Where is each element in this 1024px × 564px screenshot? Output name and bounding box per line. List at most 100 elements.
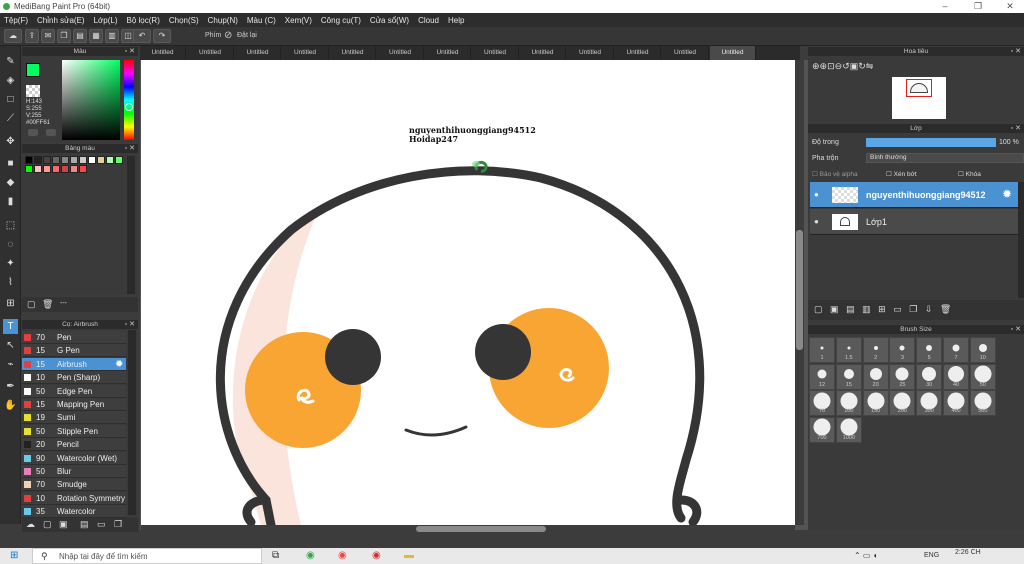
brush-size-cell[interactable]: 10: [969, 337, 996, 363]
brush-scrollbar[interactable]: [128, 330, 136, 515]
eraser-tool-icon[interactable]: ◈: [3, 73, 18, 88]
zoom-actual-icon[interactable]: ⊡: [827, 61, 835, 71]
fit-window-icon[interactable]: ▣: [850, 61, 859, 71]
palette-swatch[interactable]: [52, 156, 60, 164]
palette-swatch[interactable]: [115, 156, 123, 164]
brush-item[interactable]: 10 Rotation Symmetry: [22, 491, 126, 505]
windows-start-icon[interactable]: ⊞: [10, 550, 18, 561]
brush-options-icon[interactable]: ▣: [59, 519, 68, 530]
brush-size-cell[interactable]: 200: [889, 390, 916, 416]
brush-size-cell[interactable]: 100: [835, 390, 862, 416]
cloud-brush-icon[interactable]: ☁: [26, 519, 35, 530]
new-halftone-layer-icon[interactable]: ▣: [830, 304, 839, 314]
tray-icons[interactable]: ⌃ ▭ ◖: [854, 551, 878, 560]
reset-icon[interactable]: ⊘: [224, 30, 232, 41]
brush-item[interactable]: 10 Pen (Sharp): [22, 371, 126, 385]
new-8bit-layer-icon[interactable]: ▤: [846, 304, 855, 314]
menu-select[interactable]: Chọn(S): [169, 16, 199, 25]
brush-size-cell[interactable]: 70: [809, 390, 835, 416]
grid-icon[interactable]: ▦: [89, 29, 103, 43]
transparent-swatch[interactable]: [26, 85, 40, 97]
chrome-icon[interactable]: ◉: [338, 550, 347, 561]
cloud-icon[interactable]: ☁: [4, 29, 22, 43]
add-layer-menu-icon[interactable]: ⊞: [878, 304, 886, 314]
brush-size-cell[interactable]: 500: [969, 390, 996, 416]
layer-row-selected[interactable]: ● nguyenthihuonggiang94512 ✹: [810, 182, 1018, 208]
trash-icon[interactable]: 🗑: [42, 299, 53, 310]
delete-layer-icon[interactable]: 🗑: [940, 304, 951, 314]
rotate-right-icon[interactable]: ↻: [858, 61, 866, 71]
drawing-canvas[interactable]: nguyenthihuonggiang94512 Hoidap247: [141, 60, 795, 525]
panel-close-icon[interactable]: ▫ ✕: [1011, 47, 1021, 56]
comment-icon[interactable]: ✉: [41, 29, 55, 43]
palette-swatch[interactable]: [34, 156, 42, 164]
panel-close-icon[interactable]: ▫ ✕: [125, 320, 135, 329]
minimize-icon[interactable]: –: [935, 0, 955, 13]
folder-icon[interactable]: ▭: [97, 519, 106, 530]
merge-layer-icon[interactable]: ⇩: [925, 304, 933, 314]
blend-mode-select[interactable]: Bình thường: [866, 153, 1024, 163]
palette-swatch[interactable]: [25, 165, 33, 173]
app-icon-3[interactable]: ◉: [372, 550, 381, 561]
select-rect-tool-icon[interactable]: ⬚: [3, 218, 18, 233]
reset-button[interactable]: Đặt lại: [237, 32, 257, 39]
rotate-left-icon[interactable]: ↺: [842, 61, 850, 71]
palette-swatch[interactable]: [106, 156, 114, 164]
new-page-icon[interactable]: ▢: [27, 299, 36, 310]
color-mode-button[interactable]: [28, 129, 38, 136]
protect-alpha-checkbox[interactable]: ☐ Bảo vệ alpha: [812, 170, 858, 178]
brush-item[interactable]: 19 Sumi: [22, 411, 126, 425]
document-tab[interactable]: Untitled: [568, 46, 614, 60]
lock-checkbox[interactable]: ☐ Khóa: [958, 170, 981, 178]
file-explorer-icon[interactable]: ▬: [404, 550, 414, 561]
clock[interactable]: 2:26 CH: [955, 549, 981, 556]
canvas-vertical-scrollbar[interactable]: [795, 60, 804, 525]
eyedropper-icon[interactable]: ✒: [3, 379, 18, 394]
brush-item[interactable]: 70 Pen: [22, 331, 126, 344]
page-icon[interactable]: ▤: [73, 29, 87, 43]
palette-swatch[interactable]: [70, 165, 78, 173]
menu-tools[interactable]: Công cụ(T): [321, 16, 361, 25]
move-tool-icon[interactable]: ✥: [3, 134, 18, 149]
select-pen-icon[interactable]: ⌇: [3, 275, 18, 290]
menu-file[interactable]: Tệp(F): [4, 16, 28, 25]
layer-visibility-icon[interactable]: ●: [814, 217, 819, 226]
palette-swatch[interactable]: [88, 156, 96, 164]
document-tab[interactable]: Untitled: [188, 46, 234, 60]
hue-slider[interactable]: [124, 60, 134, 140]
panel-close-icon[interactable]: ▫ ✕: [125, 47, 135, 56]
chat-icon[interactable]: ❐: [57, 29, 71, 43]
menu-view[interactable]: Xem(V): [285, 16, 312, 25]
brush-item[interactable]: 90 Watercolor (Wet): [22, 451, 126, 465]
brush-item[interactable]: 50 Blur: [22, 465, 126, 478]
flip-icon[interactable]: ⇋: [866, 61, 874, 71]
menu-cloud[interactable]: Cloud: [418, 16, 439, 25]
hand-tool-icon[interactable]: ✋: [3, 398, 18, 413]
redo-icon[interactable]: ↷: [153, 29, 171, 43]
folder-layer-icon[interactable]: ▭: [893, 304, 902, 314]
document-tab[interactable]: Untitled: [473, 46, 519, 60]
app-icon-1[interactable]: ◉: [306, 550, 315, 561]
brush-size-cell[interactable]: 20: [862, 363, 889, 390]
upload-icon[interactable]: ⇪: [25, 29, 39, 43]
palette-swatch[interactable]: [61, 165, 69, 173]
undo-icon[interactable]: ↶: [133, 29, 151, 43]
dropper-tool-icon[interactable]: ⌁: [3, 357, 18, 372]
brush-size-cell[interactable]: 15: [835, 363, 862, 390]
palette-swatch[interactable]: [43, 156, 51, 164]
brush-item[interactable]: 15 Mapping Pen: [22, 398, 126, 411]
palette-swatch[interactable]: [79, 156, 87, 164]
brush-item[interactable]: 15 G Pen: [22, 344, 126, 358]
brush-size-cell[interactable]: 25: [889, 363, 916, 390]
lasso-tool-icon[interactable]: ◌: [3, 237, 18, 252]
canvas-vscroll-thumb[interactable]: [796, 230, 803, 350]
saturation-value-picker[interactable]: [62, 60, 120, 140]
menu-edit[interactable]: Chỉnh sửa(E): [37, 16, 85, 25]
palette-swatch[interactable]: [79, 165, 87, 173]
gradient-tool-icon[interactable]: ▮: [3, 194, 18, 209]
document-tab[interactable]: Untitled: [330, 46, 376, 60]
panel-close-icon[interactable]: ▫ ✕: [1011, 325, 1021, 334]
text-tool-icon[interactable]: T: [3, 319, 18, 334]
menu-layer[interactable]: Lớp(L): [94, 16, 118, 25]
new-1bit-layer-icon[interactable]: ▥: [862, 304, 871, 314]
